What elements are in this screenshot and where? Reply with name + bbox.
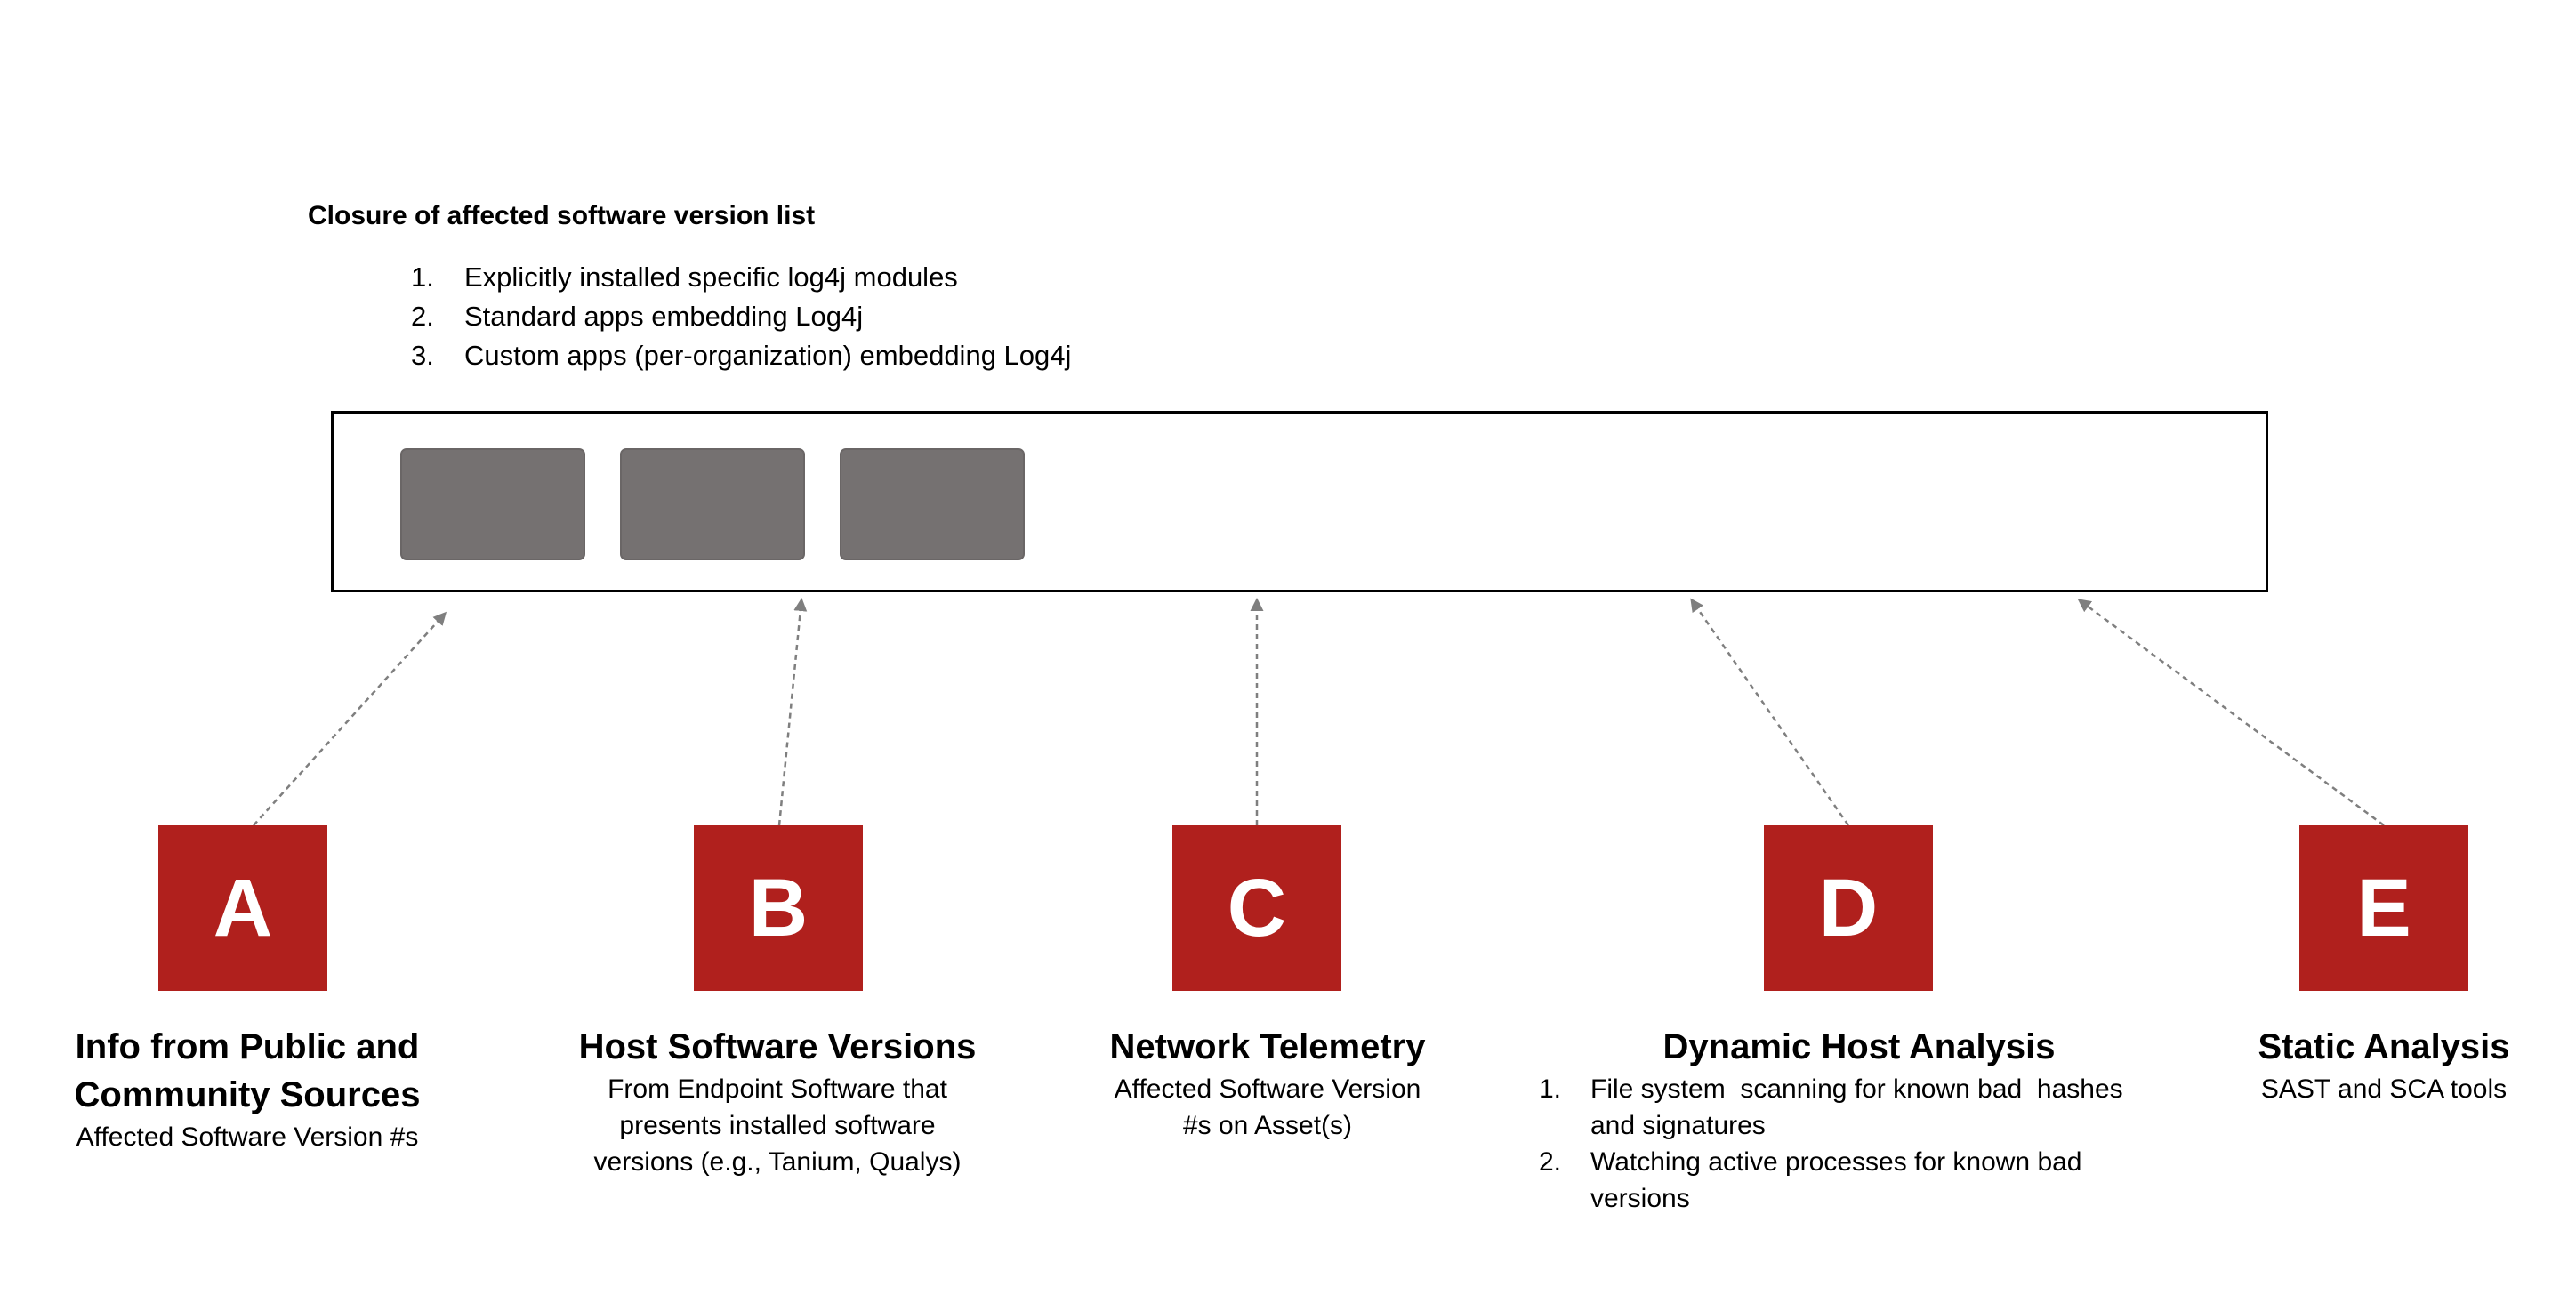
- source-b-desc: From Endpoint Software that presents ins…: [579, 1071, 977, 1180]
- source-d-title: Dynamic Host Analysis: [1539, 1023, 2179, 1071]
- source-c-desc: Affected Software Version #s on Asset(s): [1110, 1071, 1426, 1144]
- title-line: Network Telemetry: [1109, 1027, 1426, 1066]
- title-line: Dynamic Host Analysis: [1662, 1027, 2056, 1066]
- arrow-e: [2077, 599, 2385, 827]
- source-b-badge: B: [694, 825, 863, 991]
- item-number: 1.: [1539, 1074, 1562, 1104]
- arrow-a: [253, 611, 447, 826]
- title-line: Static Analysis: [2258, 1027, 2510, 1066]
- source-d-badge: D: [1764, 825, 1933, 991]
- list-item: 1. File system scanning for known bad ha…: [1539, 1071, 2179, 1144]
- item-text: File system scanning for known bad hashe…: [1590, 1071, 2123, 1144]
- item-line: versions: [1590, 1184, 1690, 1213]
- title-line: Host Software Versions: [578, 1027, 977, 1066]
- item-number: 2.: [1539, 1147, 1562, 1177]
- item-line: and signatures: [1590, 1111, 1766, 1140]
- source-d: Dynamic Host Analysis 1. File system sca…: [1539, 1023, 2179, 1217]
- arrow-b: [777, 598, 808, 826]
- desc-line: versions (e.g., Tanium, Qualys): [593, 1147, 962, 1177]
- source-b: Host Software Versions From Endpoint Sof…: [579, 1023, 977, 1180]
- desc-line: Affected Software Version: [1114, 1074, 1421, 1104]
- source-e-desc: SAST and SCA tools: [2258, 1071, 2509, 1107]
- source-b-title: Host Software Versions: [579, 1023, 977, 1071]
- source-c-title: Network Telemetry: [1110, 1023, 1426, 1071]
- desc-line: From Endpoint Software that: [608, 1074, 947, 1104]
- source-c-badge: C: [1172, 825, 1341, 991]
- source-e: Static Analysis SAST and SCA tools: [2258, 1023, 2509, 1107]
- item-text: Watching active processes for known bad …: [1590, 1144, 2082, 1217]
- source-e-badge: E: [2299, 825, 2468, 991]
- source-a: Info from Public and Community Sources A…: [75, 1023, 421, 1155]
- desc-line: SAST and SCA tools: [2260, 1074, 2508, 1104]
- source-a-desc: Affected Software Version #s: [75, 1119, 421, 1155]
- source-a-title: Info from Public and Community Sources: [75, 1023, 421, 1119]
- title-line: Info from Public and: [75, 1027, 420, 1066]
- desc-line: #s on Asset(s): [1182, 1111, 1353, 1140]
- source-c: Network Telemetry Affected Software Vers…: [1110, 1023, 1426, 1144]
- item-line: File system scanning for known bad hashe…: [1590, 1074, 2123, 1104]
- title-line: Community Sources: [74, 1075, 421, 1114]
- source-e-title: Static Analysis: [2258, 1023, 2509, 1071]
- desc-line: presents installed software: [619, 1111, 936, 1140]
- item-line: Watching active processes for known bad: [1590, 1147, 2082, 1177]
- list-item: 2. Watching active processes for known b…: [1539, 1144, 2179, 1217]
- desc-line: Affected Software Version #s: [76, 1122, 419, 1152]
- source-d-list: 1. File system scanning for known bad ha…: [1539, 1071, 2179, 1217]
- source-a-badge: A: [158, 825, 327, 991]
- arrow-d: [1690, 598, 1850, 826]
